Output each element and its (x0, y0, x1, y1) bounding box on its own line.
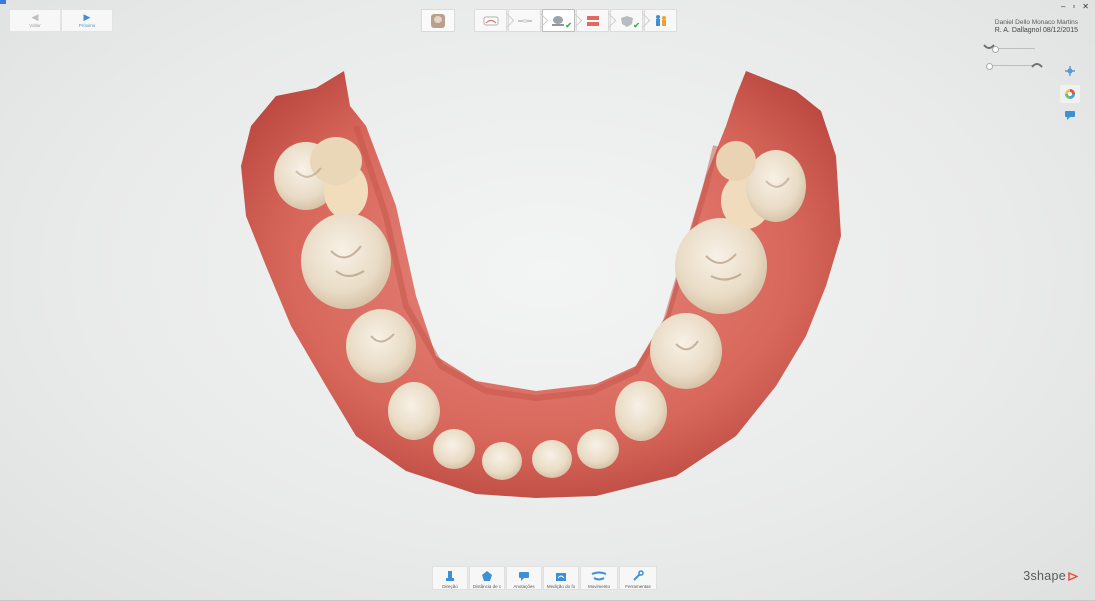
arrow-right-icon: ▶ (83, 12, 91, 22)
step-scan-arch[interactable] (474, 9, 515, 32)
tool-label: Medição do fo (546, 584, 576, 589)
back-button[interactable]: ◀ Voltar (9, 9, 61, 32)
comment-button[interactable] (1060, 106, 1080, 124)
tool-label: Movimento (587, 584, 610, 589)
tooth (301, 213, 391, 309)
tools-icon (633, 570, 644, 581)
minimize-icon[interactable]: – (1061, 2, 1065, 11)
crosshair-icon (1065, 66, 1075, 76)
window-controls: – ▫ ✕ (1061, 2, 1089, 11)
tooth (675, 218, 767, 314)
measure-icon (556, 573, 566, 581)
next-label: Próximo (78, 23, 96, 28)
logo-text: 3shape (1023, 569, 1066, 583)
tooth (482, 442, 522, 480)
tooth (346, 309, 416, 383)
window-corner-mark (0, 0, 6, 4)
tool-label: Distância de c (472, 584, 502, 589)
scan-arch-icon (483, 16, 498, 25)
bite-icon (517, 18, 532, 23)
brand-logo: 3shape (1023, 569, 1078, 583)
next-button[interactable]: ▶ Próximo (61, 9, 113, 32)
tool-distance[interactable]: Distância de c (469, 566, 505, 590)
restore-icon[interactable]: ▫ (1072, 2, 1075, 11)
movement-icon (591, 571, 607, 581)
workflow-steps: ✔ ✔ (474, 9, 677, 32)
arrow-left-icon: ◀ (31, 12, 39, 22)
direction-icon (446, 571, 454, 581)
comment-icon (1065, 111, 1075, 120)
tooth (577, 429, 619, 469)
tooth (310, 137, 362, 185)
tool-tools[interactable]: Ferramentas (619, 566, 657, 590)
user-name: Daniel Dello Monaco Martins (994, 19, 1078, 26)
lower-jaw-icon (1031, 63, 1043, 68)
color-wheel-icon (1065, 89, 1075, 99)
crosshair-button[interactable] (1060, 62, 1080, 80)
opacity-slider-lower[interactable] (983, 60, 1043, 70)
annotations-icon (519, 572, 529, 581)
tooth (532, 440, 572, 478)
tooth (716, 141, 756, 181)
tool-movement[interactable]: Movimento (580, 566, 618, 590)
color-view-button[interactable] (1060, 85, 1080, 103)
user-subtitle: R. A. Dallagnol 08/12/2015 (994, 27, 1078, 34)
close-icon[interactable]: ✕ (1082, 2, 1089, 11)
patient-photo-button[interactable] (421, 9, 455, 32)
distance-icon (482, 571, 492, 581)
tooth (615, 381, 667, 441)
tooth (388, 382, 440, 440)
lower-jaw-scan[interactable] (236, 66, 846, 506)
tool-label: Ferramentas (625, 584, 651, 589)
patient-avatar (431, 13, 445, 28)
tool-label: Anotações (513, 584, 535, 589)
opacity-slider-upper[interactable] (983, 43, 1043, 53)
slider-handle[interactable] (992, 46, 999, 53)
slider-handle[interactable] (986, 63, 993, 70)
patient-outcome-icon (655, 14, 666, 26)
tool-direction[interactable]: Direção (432, 566, 468, 590)
tool-annotations[interactable]: Anotações (506, 566, 542, 590)
logo-triangle-icon (1068, 571, 1078, 581)
tooth (650, 313, 722, 389)
user-info: Daniel Dello Monaco Martins R. A. Dallag… (995, 19, 1078, 34)
tool-measure[interactable]: Medição do fo (543, 566, 579, 590)
bottom-toolbar: Direção Distância de c Anotações Medição… (432, 566, 657, 590)
back-label: Voltar (29, 23, 41, 28)
occlusion-icon (586, 15, 599, 26)
tool-label: Direção (442, 584, 458, 589)
tooth (433, 429, 475, 469)
